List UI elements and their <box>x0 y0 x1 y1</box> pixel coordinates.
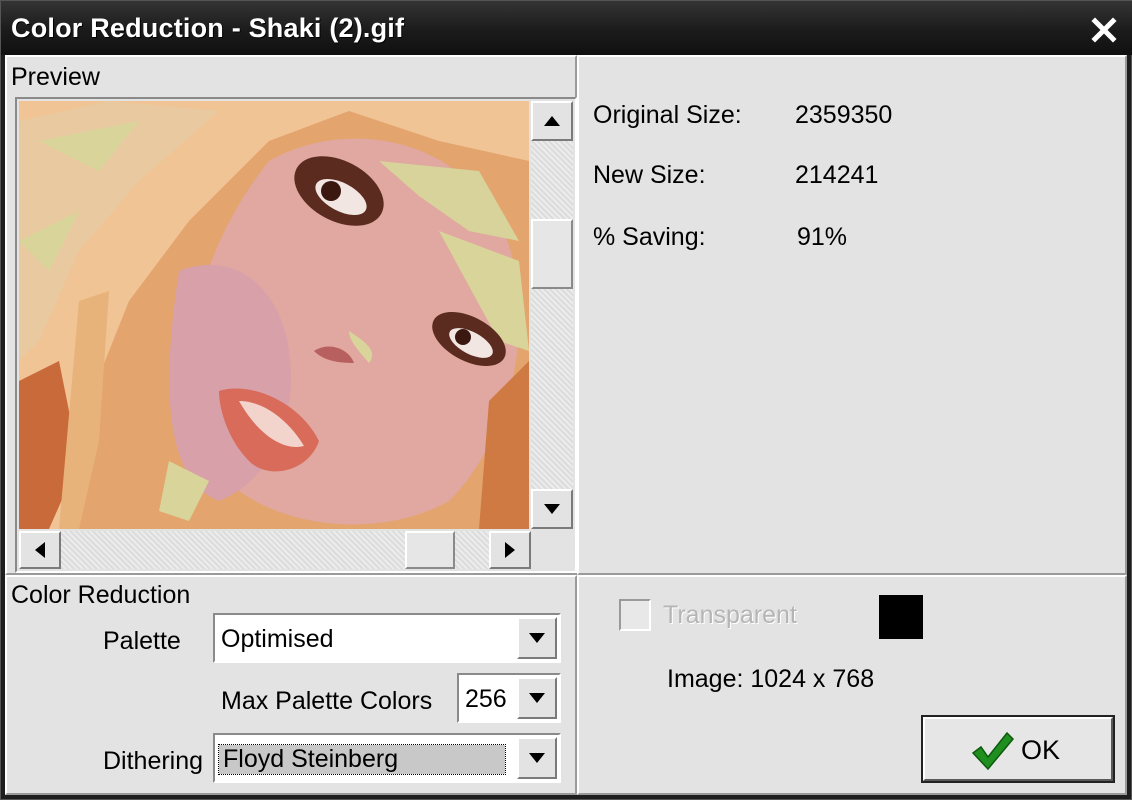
checkmark-icon <box>971 731 1015 771</box>
max-colors-dropdown-button[interactable] <box>517 677 557 719</box>
palette-select[interactable]: Optimised <box>213 613 561 663</box>
transparent-label: Transparent <box>663 601 797 629</box>
window-title: Color Reduction - Shaki (2).gif <box>11 13 405 43</box>
chevron-down-icon <box>529 633 545 643</box>
scroll-up-button[interactable] <box>531 101 573 141</box>
vertical-scroll-thumb[interactable] <box>531 219 573 289</box>
max-palette-colors-label: Max Palette Colors <box>221 687 433 715</box>
transparent-checkbox[interactable] <box>619 599 651 631</box>
preview-image <box>19 101 529 529</box>
saving-label: % Saving: <box>593 223 706 251</box>
dithering-value: Floyd Steinberg <box>218 744 506 775</box>
dithering-select[interactable]: Floyd Steinberg <box>213 733 561 783</box>
max-palette-colors-value: 256 <box>465 685 507 713</box>
chevron-down-icon <box>529 753 545 763</box>
original-size-value: 2359350 <box>795 101 893 129</box>
preview-panel: Preview <box>5 55 577 575</box>
scrollbar-corner <box>531 531 573 569</box>
stats-panel: Original Size: 2359350 New Size: 214241 … <box>577 55 1127 575</box>
ok-button[interactable]: OK <box>921 715 1115 783</box>
chevron-down-icon <box>529 693 545 703</box>
horizontal-scroll-thumb[interactable] <box>405 531 455 569</box>
dialog-client-area: Preview Original Size: 2359350 New Size:… <box>5 55 1127 795</box>
dithering-dropdown-button[interactable] <box>517 737 557 779</box>
color-reduction-dialog: Color Reduction - Shaki (2).gif Preview <box>0 0 1132 800</box>
arrow-up-icon <box>544 116 560 126</box>
palette-dropdown-button[interactable] <box>517 617 557 659</box>
palette-value: Optimised <box>221 625 334 653</box>
max-palette-colors-select[interactable]: 256 <box>457 673 561 723</box>
palette-label: Palette <box>103 627 181 655</box>
image-dimensions-label: Image: 1024 x 768 <box>667 665 875 693</box>
color-reduction-panel: Color Reduction Palette Optimised Max Pa… <box>5 575 577 795</box>
ok-button-label: OK <box>1021 735 1061 765</box>
saving-value: 91% <box>797 223 848 251</box>
scroll-left-button[interactable] <box>19 531 61 569</box>
dithering-label: Dithering <box>103 747 204 775</box>
horizontal-scrollbar[interactable] <box>19 531 531 569</box>
vertical-scrollbar[interactable] <box>531 101 573 529</box>
portrait-preview-image <box>19 101 529 529</box>
original-size-label: Original Size: <box>593 101 742 129</box>
preview-label: Preview <box>11 63 100 91</box>
color-reduction-label: Color Reduction <box>11 581 191 609</box>
scroll-right-button[interactable] <box>489 531 531 569</box>
arrow-down-icon <box>544 504 560 514</box>
title-bar[interactable]: Color Reduction - Shaki (2).gif <box>1 1 1132 55</box>
new-size-value: 214241 <box>795 161 879 189</box>
transparent-color-swatch[interactable] <box>879 595 923 639</box>
close-icon[interactable] <box>1091 17 1117 43</box>
arrow-right-icon <box>505 542 515 558</box>
new-size-label: New Size: <box>593 161 706 189</box>
scroll-down-button[interactable] <box>531 489 573 529</box>
arrow-left-icon <box>35 542 45 558</box>
preview-frame <box>15 97 577 573</box>
